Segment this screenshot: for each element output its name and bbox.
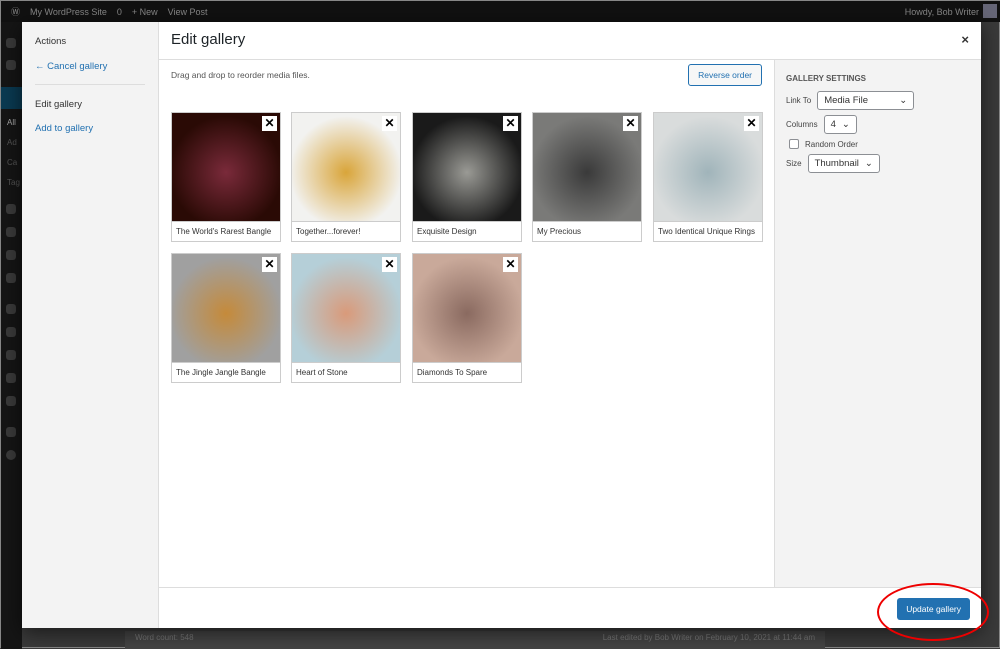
remove-icon[interactable]: ✕	[262, 257, 277, 272]
pages-icon[interactable]	[6, 227, 16, 237]
avatar[interactable]	[983, 4, 997, 18]
gallery-item[interactable]: ✕ Two Identical Unique Rings	[653, 112, 763, 242]
remove-icon[interactable]: ✕	[262, 116, 277, 131]
site-name-link[interactable]: My WordPress Site	[30, 7, 107, 17]
random-order-checkbox[interactable]	[789, 139, 799, 149]
gallery-item[interactable]: ✕ The World's Rarest Bangle	[171, 112, 281, 242]
users-icon[interactable]	[6, 350, 16, 360]
reorder-hint: Drag and drop to reorder media files.	[171, 70, 310, 80]
columns-select[interactable]: 4 ⌄	[823, 115, 857, 134]
wordpress-logo-icon[interactable]: Ⓦ	[11, 5, 20, 18]
remove-icon[interactable]: ✕	[503, 116, 518, 131]
size-label: Size	[786, 159, 802, 168]
gallery-item[interactable]: ✕ Diamonds To Spare	[412, 253, 522, 383]
remove-icon[interactable]: ✕	[503, 257, 518, 272]
plugins-icon[interactable]	[6, 327, 16, 337]
tools-icon[interactable]	[6, 373, 16, 383]
gallery-item[interactable]: ✕ The Jingle Jangle Bangle	[171, 253, 281, 383]
forms-icon[interactable]	[6, 273, 16, 283]
cancel-gallery-link[interactable]: ← Cancel gallery	[35, 61, 145, 72]
admin-sidebar: All Ad Ca Tag	[1, 22, 22, 649]
sidebar-item-tags[interactable]: Tag	[7, 178, 20, 187]
gallery-item[interactable]: ✕ Together...forever!	[291, 112, 401, 242]
remove-icon[interactable]: ✕	[382, 116, 397, 131]
view-post-link[interactable]: View Post	[168, 7, 208, 17]
edit-gallery-modal: Actions ← Cancel gallery Edit gallery Ad…	[22, 22, 981, 628]
columns-value: 4	[830, 119, 836, 130]
gallery-content: Drag and drop to reorder media files. Re…	[159, 60, 774, 587]
actions-heading: Actions	[35, 36, 67, 47]
remove-icon[interactable]: ✕	[382, 257, 397, 272]
chevron-down-icon: ⌄	[899, 95, 908, 106]
sidebar-item-add[interactable]: Ad	[7, 138, 17, 147]
caption-input[interactable]: Together...forever!	[292, 221, 400, 241]
caption-input[interactable]: The Jingle Jangle Bangle	[172, 362, 280, 382]
dashboard-icon[interactable]	[6, 38, 16, 48]
random-order-label: Random Order	[805, 139, 858, 149]
settings-icon[interactable]	[6, 396, 16, 406]
settings-heading: GALLERY SETTINGS	[786, 74, 867, 83]
editor-footer: Word count: 548 Last edited by Bob Write…	[125, 631, 825, 649]
remove-icon[interactable]: ✕	[623, 116, 638, 131]
gallery-item[interactable]: ✕ Exquisite Design	[412, 112, 522, 242]
link-to-value: Media File	[824, 95, 869, 106]
divider	[35, 84, 145, 85]
chevron-down-icon: ⌄	[864, 158, 873, 169]
caption-input[interactable]: The World's Rarest Bangle	[172, 221, 280, 241]
caption-input[interactable]: Heart of Stone	[292, 362, 400, 382]
size-select[interactable]: Thumbnail ⌄	[807, 154, 880, 173]
comments-icon[interactable]	[6, 250, 16, 260]
caption-input[interactable]: Diamonds To Spare	[413, 362, 521, 382]
gallery-settings: GALLERY SETTINGS Link To Media File ⌄ Col…	[774, 60, 981, 587]
sidebar-item-categories[interactable]: Ca	[7, 158, 17, 167]
howdy-user[interactable]: Howdy, Bob Writer	[905, 7, 979, 17]
media-icon[interactable]	[6, 204, 16, 214]
edit-icon[interactable]	[6, 427, 16, 437]
posts-icon[interactable]	[1, 87, 22, 109]
sidebar-item-all[interactable]: All	[7, 118, 16, 127]
gallery-item[interactable]: ✕ My Precious	[532, 112, 642, 242]
word-count: Word count: 548	[135, 633, 194, 642]
columns-label: Columns	[786, 120, 818, 129]
caption-input[interactable]: My Precious	[533, 221, 641, 241]
last-edited: Last edited by Bob Writer on February 10…	[602, 633, 815, 642]
appearance-icon[interactable]	[6, 304, 16, 314]
remove-icon[interactable]: ✕	[744, 116, 759, 131]
modal-footer: Update gallery	[159, 587, 981, 628]
gallery-item[interactable]: ✕ Heart of Stone	[291, 253, 401, 383]
link-to-label: Link To	[786, 96, 812, 105]
caption-input[interactable]: Exquisite Design	[413, 221, 521, 241]
modal-title: Edit gallery	[159, 22, 981, 60]
caption-input[interactable]: Two Identical Unique Rings	[654, 221, 762, 241]
plugin-icon[interactable]	[6, 60, 16, 70]
admin-bar: Ⓦ My WordPress Site 0 + New View Post Ho…	[1, 1, 1000, 22]
modal-menu: Actions ← Cancel gallery Edit gallery Ad…	[22, 22, 159, 628]
close-icon[interactable]: ×	[961, 32, 969, 47]
collapse-icon[interactable]	[6, 450, 16, 460]
chevron-down-icon: ⌄	[841, 119, 850, 130]
update-gallery-button[interactable]: Update gallery	[897, 598, 970, 620]
comments-link[interactable]: 0	[117, 7, 122, 17]
add-to-gallery-link[interactable]: Add to gallery	[35, 123, 145, 134]
size-value: Thumbnail	[814, 158, 859, 169]
menu-item-edit-gallery[interactable]: Edit gallery	[35, 99, 145, 110]
new-link[interactable]: + New	[132, 7, 158, 17]
reverse-order-button[interactable]: Reverse order	[688, 64, 762, 86]
link-to-select[interactable]: Media File ⌄	[817, 91, 915, 110]
